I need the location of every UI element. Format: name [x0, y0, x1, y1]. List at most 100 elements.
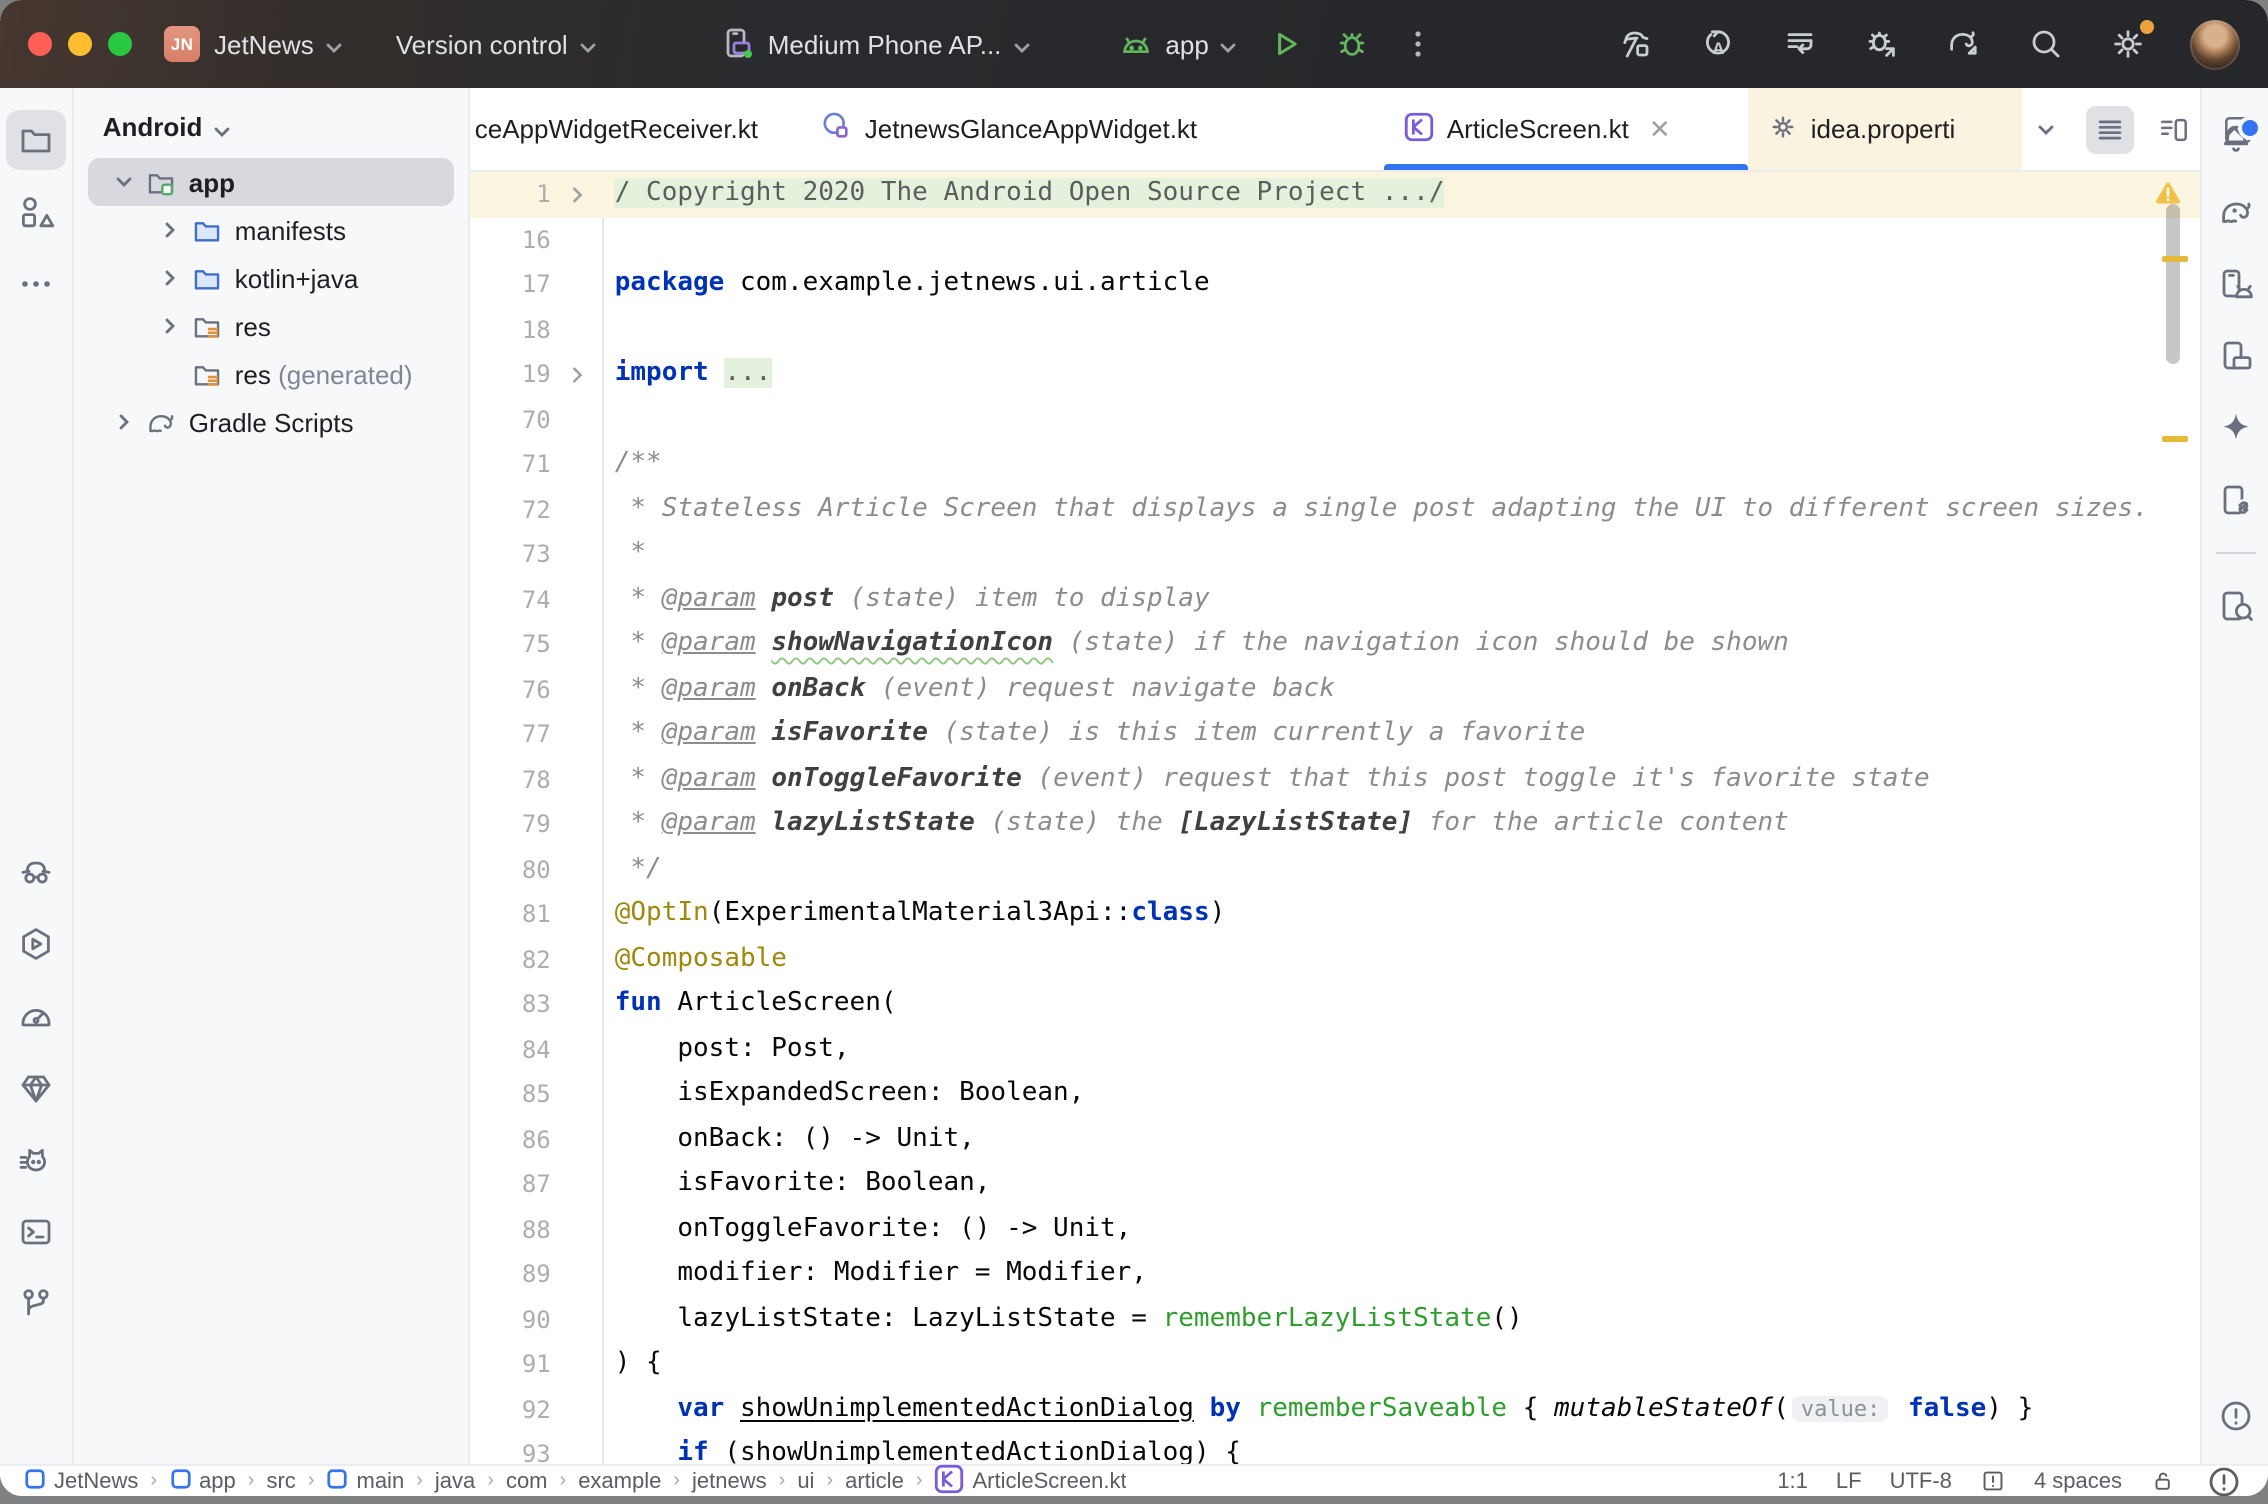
resource-manager-tool-button[interactable] [6, 182, 66, 242]
app-inspection-tool-button[interactable] [6, 1058, 66, 1118]
problems-button[interactable] [2205, 1386, 2265, 1446]
breadcrumb-java[interactable]: java [435, 1469, 475, 1493]
terminal-tool-button[interactable] [6, 1202, 66, 1262]
chevron-down-icon[interactable] [107, 166, 143, 198]
code-line-75[interactable]: 75 * @param showNavigationIcon (state) i… [471, 622, 2201, 667]
code-editor[interactable]: 1/ Copyright 2020 The Android Open Sourc… [471, 172, 2201, 1464]
code-line-1[interactable]: 1/ Copyright 2020 The Android Open Sourc… [471, 172, 2201, 217]
code-line-81[interactable]: 81@OptIn(ExperimentalMaterial3Api::class… [471, 892, 2201, 937]
problems-indicator[interactable] [2204, 1461, 2244, 1496]
code-line-17[interactable]: 17package com.example.jetnews.ui.article [471, 262, 2201, 307]
run-button[interactable] [1267, 24, 1307, 64]
logcat-tool-button[interactable] [6, 1130, 66, 1190]
attach-debugger-button[interactable] [1862, 24, 1902, 64]
gradle-tool-button[interactable] [2205, 182, 2265, 242]
code-line-89[interactable]: 89 modifier: Modifier = Modifier, [471, 1252, 2201, 1297]
apply-code-changes-button[interactable] [1780, 24, 1820, 64]
code-line-78[interactable]: 78 * @param onToggleFavorite (event) req… [471, 757, 2201, 802]
minimize-button[interactable] [68, 32, 92, 56]
code-line-77[interactable]: 77 * @param isFavorite (state) is this i… [471, 712, 2201, 757]
code-line-16[interactable]: 16 [471, 217, 2201, 262]
zoom-button[interactable] [108, 32, 132, 56]
code-line-79[interactable]: 79 * @param lazyListState (state) the [L… [471, 802, 2201, 847]
code-line-92[interactable]: 92 var showUnimplementedActionDialog by … [471, 1387, 2201, 1432]
code-line-74[interactable]: 74 * @param post (state) item to display [471, 577, 2201, 622]
file-list-view-button[interactable] [2087, 105, 2135, 153]
chevron-right-icon[interactable] [153, 310, 189, 342]
profiler-tool-button[interactable] [6, 986, 66, 1046]
user-avatar[interactable] [2190, 19, 2240, 69]
apply-changes-button[interactable]: A [1698, 24, 1738, 64]
tree-item-manifests[interactable]: manifests [89, 206, 455, 254]
more-tool-windows-button[interactable] [6, 254, 66, 314]
device-explorer-tool-button[interactable] [2205, 576, 2265, 636]
code-line-87[interactable]: 87 isFavorite: Boolean, [471, 1162, 2201, 1207]
version-control-menu[interactable]: Version control [396, 29, 598, 59]
running-devices-tool-button[interactable] [2205, 326, 2265, 386]
tree-item-kotlin-java[interactable]: kotlin+java [89, 254, 455, 302]
notifications-button[interactable] [2205, 110, 2265, 170]
breadcrumb-article[interactable]: article [845, 1469, 904, 1493]
tree-item-res[interactable]: res (generated) [89, 350, 455, 398]
code-line-90[interactable]: 90 lazyListState: LazyListState = rememb… [471, 1297, 2201, 1342]
indent-style[interactable]: 4 spaces [2034, 1469, 2122, 1493]
version-control-tool-button[interactable] [6, 1274, 66, 1334]
app-quality-insights-tool-button[interactable] [6, 842, 66, 902]
code-line-19[interactable]: 19import ... [471, 352, 2201, 397]
code-line-76[interactable]: 76 * @param onBack (event) request navig… [471, 667, 2201, 712]
fold-chevron-icon[interactable] [551, 172, 603, 217]
code-line-70[interactable]: 70 [471, 397, 2201, 442]
device-mirroring-tool-button[interactable] [2205, 470, 2265, 530]
project-menu[interactable]: JetNews [214, 29, 344, 59]
chevron-right-icon[interactable] [153, 214, 189, 246]
warning-stripe-mark[interactable] [2163, 436, 2189, 441]
code-line-72[interactable]: 72 * Stateless Article Screen that displ… [471, 487, 2201, 532]
inspection-warning-icon[interactable] [2155, 180, 2183, 206]
more-run-options[interactable] [1399, 24, 1439, 64]
tree-item-res[interactable]: res [89, 302, 455, 350]
tab-articlescreen-kt[interactable]: ArticleScreen.kt✕ [1385, 88, 1749, 170]
code-line-88[interactable]: 88 onToggleFavorite: () -> Unit, [471, 1207, 2201, 1252]
code-line-84[interactable]: 84 post: Post, [471, 1027, 2201, 1072]
breadcrumb-example[interactable]: example [578, 1469, 661, 1493]
breadcrumb-main[interactable]: main [327, 1467, 405, 1495]
split-editor-button[interactable] [2151, 105, 2199, 153]
gemini-tool-button[interactable] [2205, 398, 2265, 458]
breadcrumb-src[interactable]: src [266, 1469, 295, 1493]
caret-position[interactable]: 1:1 [1777, 1469, 1808, 1493]
close-tab-button[interactable]: ✕ [1649, 113, 1671, 145]
device-selector[interactable]: Medium Phone AP... [718, 24, 1032, 64]
tab-idea-properti[interactable]: idea.properti [1749, 88, 2023, 170]
project-tool-button[interactable] [6, 110, 66, 170]
code-line-82[interactable]: 82@Composable [471, 937, 2201, 982]
breadcrumb-ui[interactable]: ui [797, 1469, 814, 1493]
code-line-71[interactable]: 71/** [471, 442, 2201, 487]
code-line-85[interactable]: 85 isExpandedScreen: Boolean, [471, 1072, 2201, 1117]
code-line-18[interactable]: 18 [471, 307, 2201, 352]
chevron-right-icon[interactable] [153, 262, 189, 294]
breadcrumb-jetnews[interactable]: JetNews [24, 1467, 138, 1495]
fold-chevron-icon[interactable] [551, 352, 603, 397]
search-everywhere-button[interactable] [2026, 24, 2066, 64]
code-line-86[interactable]: 86 onBack: () -> Unit, [471, 1117, 2201, 1162]
tree-item-gradle-scripts[interactable]: Gradle Scripts [89, 398, 455, 446]
close-button[interactable] [28, 32, 52, 56]
readonly-toggle[interactable] [2150, 1468, 2176, 1494]
services-tool-button[interactable] [6, 914, 66, 974]
warning-stripe-mark[interactable] [2163, 256, 2189, 261]
gradle-sync-button[interactable] [1944, 24, 1984, 64]
run-configuration-selector[interactable]: app [1115, 24, 1238, 64]
chevron-right-icon[interactable] [107, 406, 143, 438]
debug-button[interactable] [1333, 24, 1373, 64]
line-separator[interactable]: LF [1836, 1469, 1862, 1493]
code-line-80[interactable]: 80 */ [471, 847, 2201, 892]
project-view-selector[interactable]: Android [75, 104, 469, 158]
tree-item-app[interactable]: app [89, 158, 455, 206]
device-manager-tool-button[interactable] [2205, 254, 2265, 314]
code-line-91[interactable]: 91) { [471, 1342, 2201, 1387]
tab-list-dropdown[interactable] [2023, 105, 2071, 153]
code-line-73[interactable]: 73 * [471, 532, 2201, 577]
file-encoding[interactable]: UTF-8 [1890, 1469, 1952, 1493]
inspections-widget[interactable] [1980, 1468, 2006, 1494]
breadcrumb-articlescreen-kt[interactable]: ArticleScreen.kt [935, 1463, 1127, 1496]
